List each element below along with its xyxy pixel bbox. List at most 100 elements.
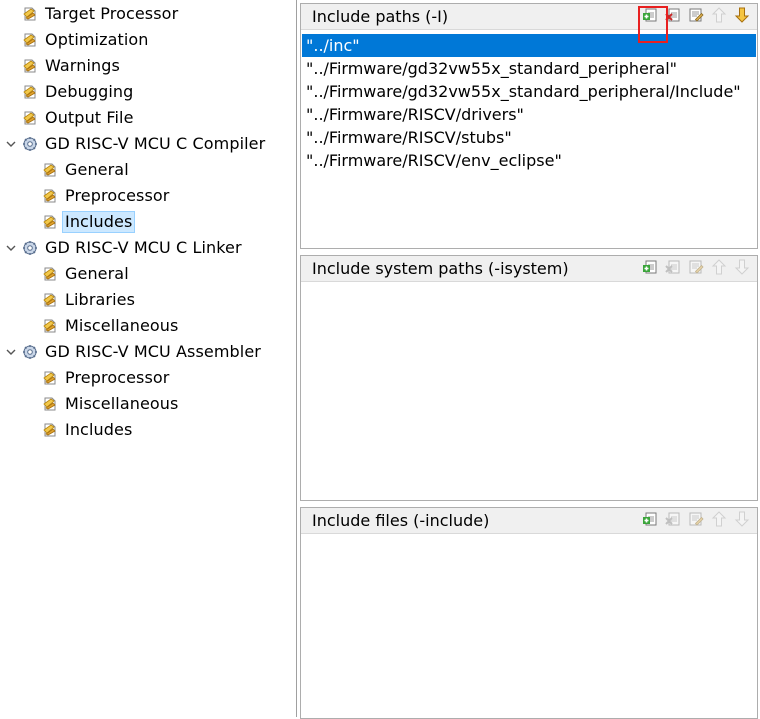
tree-item-label: Preprocessor <box>65 368 170 387</box>
settings-page-icon <box>22 32 38 48</box>
tree-item-label: GD RISC-V MCU C Compiler <box>45 134 266 153</box>
edit-button[interactable] <box>687 8 705 26</box>
settings-tree: Target Processor Optimization Warnings Debu… <box>0 0 296 717</box>
add-icon <box>642 259 658 279</box>
move-up-button[interactable] <box>710 7 728 27</box>
settings-page-icon <box>42 370 58 386</box>
chevron-down-icon[interactable] <box>4 345 18 359</box>
settings-page-icon <box>42 266 58 282</box>
tree-item-libraries[interactable]: Libraries <box>42 288 138 312</box>
move-up-icon <box>711 259 727 279</box>
settings-page-icon <box>42 214 58 230</box>
panel-title: Include system paths (-isystem) <box>312 259 569 278</box>
tree-item-label: Miscellaneous <box>65 316 179 335</box>
pane-divider[interactable] <box>296 0 297 717</box>
edit-icon <box>688 7 704 27</box>
tree-item-label: Warnings <box>45 56 120 75</box>
settings-page-icon <box>42 188 58 204</box>
include-files-list[interactable] <box>301 534 757 538</box>
tree-item-label: Includes <box>62 211 136 233</box>
panel-header: Include paths (-I) <box>301 4 757 30</box>
move-down-icon <box>734 511 750 531</box>
tree-item-optimization[interactable]: Optimization <box>22 28 152 52</box>
move-down-icon <box>734 259 750 279</box>
tree-item-label: General <box>65 264 129 283</box>
tree-item-warnings[interactable]: Warnings <box>22 54 123 78</box>
tree-item-label: GD RISC-V MCU C Linker <box>45 238 242 257</box>
list-item[interactable]: "../Firmware/RISCV/stubs" <box>302 126 756 149</box>
add-button[interactable] <box>641 512 659 530</box>
tree-item-label: Debugging <box>45 82 134 101</box>
settings-page-icon <box>22 6 38 22</box>
tree-item-general[interactable]: General <box>42 158 132 182</box>
delete-button[interactable] <box>664 260 682 278</box>
include-files-panel: Include files (-include) <box>300 507 758 719</box>
include-system-paths-panel: Include system paths (-isystem) <box>300 255 758 501</box>
panel-toolbar <box>641 511 751 531</box>
settings-page-icon <box>42 396 58 412</box>
settings-page-icon <box>42 292 58 308</box>
include-paths-list[interactable]: "../inc" "../Firmware/gd32vw55x_standard_… <box>301 30 757 172</box>
include-paths-panel: Include paths (-I) "../inc" "../Firmware/g… <box>300 3 758 249</box>
panel-title: Include paths (-I) <box>312 7 449 26</box>
tree-item-general[interactable]: General <box>42 262 132 286</box>
move-up-icon <box>711 7 727 27</box>
list-item[interactable]: "../Firmware/RISCV/env_eclipse" <box>302 149 756 172</box>
tool-gear-icon <box>22 240 38 256</box>
tree-item-label: Libraries <box>65 290 136 309</box>
add-button[interactable] <box>641 260 659 278</box>
tree-item-label: Includes <box>65 420 133 439</box>
tree-item-includes[interactable]: Includes <box>42 210 136 234</box>
panel-header: Include files (-include) <box>301 508 757 534</box>
tree-item-miscellaneous[interactable]: Miscellaneous <box>42 392 181 416</box>
highlight-annotation-box <box>638 6 668 43</box>
move-down-button[interactable] <box>733 259 751 279</box>
tree-item-label: Miscellaneous <box>65 394 179 413</box>
tree-item-preprocessor[interactable]: Preprocessor <box>42 184 173 208</box>
add-icon <box>642 511 658 531</box>
tree-item-includes[interactable]: Includes <box>42 418 135 442</box>
chevron-down-icon[interactable] <box>4 137 18 151</box>
tool-gear-icon <box>22 136 38 152</box>
move-down-icon <box>734 7 750 27</box>
edit-icon <box>688 259 704 279</box>
settings-page-icon <box>22 84 38 100</box>
tree-item-output-file[interactable]: Output File <box>22 106 137 130</box>
tree-item-target-processor[interactable]: Target Processor <box>22 2 181 26</box>
tree-item-label: General <box>65 160 129 179</box>
tree-item-label: Optimization <box>45 30 149 49</box>
delete-button[interactable] <box>664 512 682 530</box>
delete-icon <box>665 511 681 531</box>
settings-page-icon <box>22 110 38 126</box>
tree-item-label: Output File <box>45 108 134 127</box>
edit-button[interactable] <box>687 260 705 278</box>
move-up-button[interactable] <box>710 259 728 279</box>
list-item[interactable]: "../Firmware/gd32vw55x_standard_peripher… <box>302 80 756 103</box>
move-down-button[interactable] <box>733 7 751 27</box>
tree-item-label: Target Processor <box>45 4 179 23</box>
edit-icon <box>688 511 704 531</box>
panel-header: Include system paths (-isystem) <box>301 256 757 282</box>
move-up-icon <box>711 511 727 531</box>
tree-item-gd-risc-v-mcu-assembler[interactable]: GD RISC-V MCU Assembler <box>4 340 264 364</box>
settings-page-icon <box>22 58 38 74</box>
panel-title: Include files (-include) <box>312 511 490 530</box>
list-item[interactable]: "../Firmware/RISCV/drivers" <box>302 103 756 126</box>
list-item[interactable]: "../Firmware/gd32vw55x_standard_peripher… <box>302 57 756 80</box>
include-system-paths-list[interactable] <box>301 282 757 286</box>
move-down-button[interactable] <box>733 511 751 531</box>
delete-icon <box>665 259 681 279</box>
tree-item-miscellaneous[interactable]: Miscellaneous <box>42 314 181 338</box>
panel-toolbar <box>641 259 751 279</box>
chevron-down-icon[interactable] <box>4 241 18 255</box>
tree-item-gd-risc-v-mcu-c-compiler[interactable]: GD RISC-V MCU C Compiler <box>4 132 268 156</box>
tree-item-preprocessor[interactable]: Preprocessor <box>42 366 173 390</box>
settings-page-icon <box>42 318 58 334</box>
settings-page-icon <box>42 162 58 178</box>
move-up-button[interactable] <box>710 511 728 531</box>
edit-button[interactable] <box>687 512 705 530</box>
tree-item-gd-risc-v-mcu-c-linker[interactable]: GD RISC-V MCU C Linker <box>4 236 245 260</box>
list-item[interactable]: "../inc" <box>302 34 756 57</box>
tree-item-debugging[interactable]: Debugging <box>22 80 136 104</box>
tree-item-label: GD RISC-V MCU Assembler <box>45 342 261 361</box>
